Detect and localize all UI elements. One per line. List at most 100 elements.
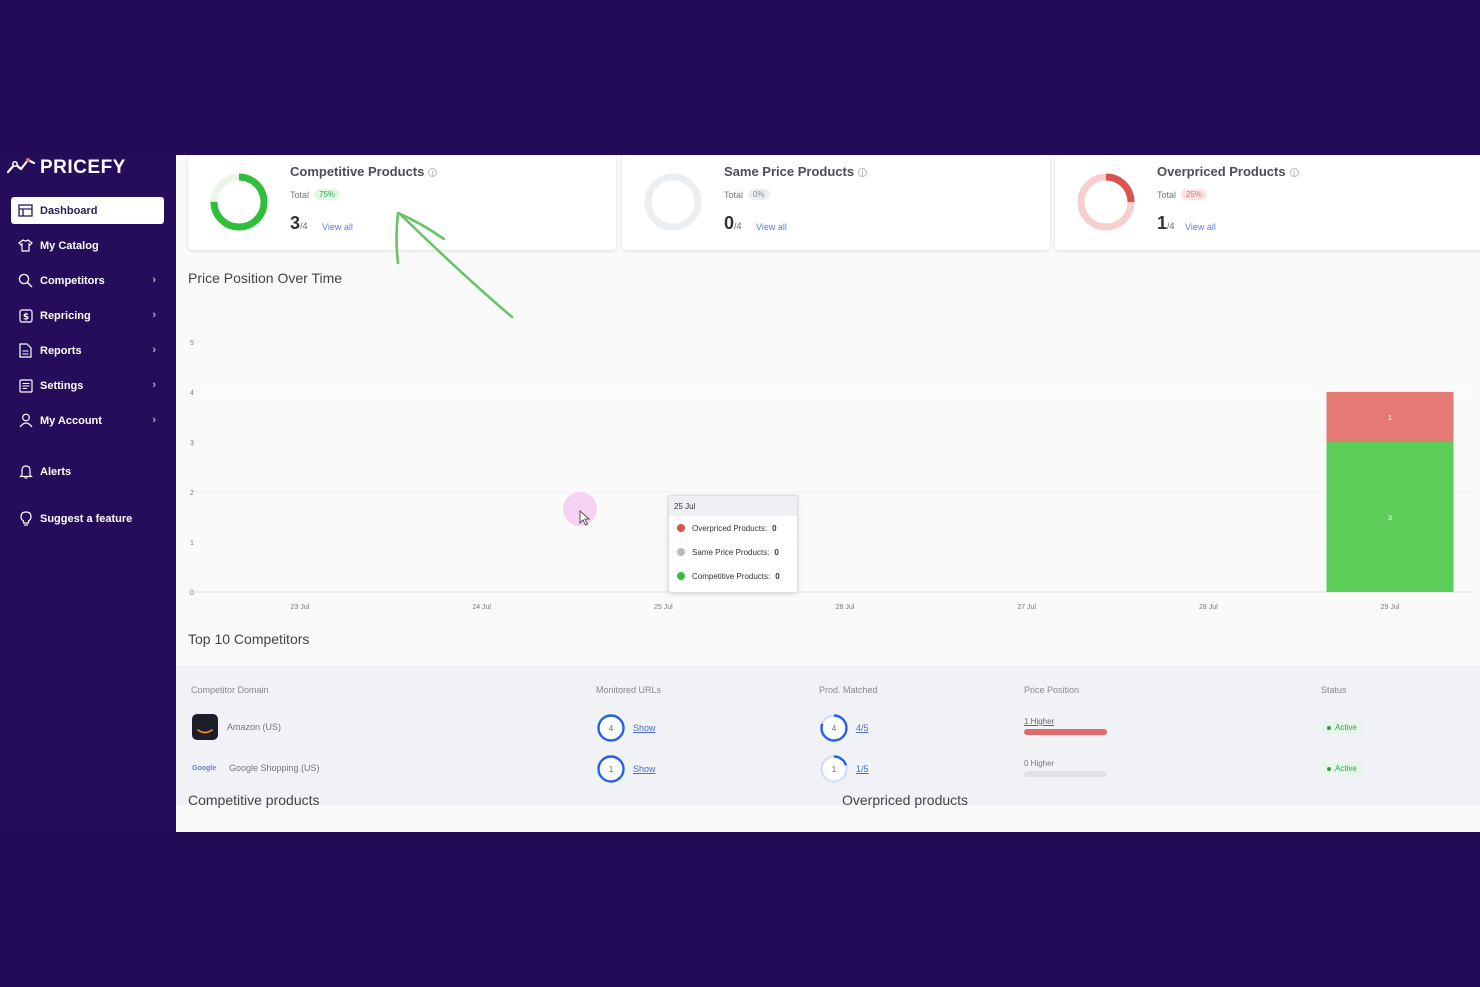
sidebar-item-my-account[interactable]: My Account › bbox=[11, 407, 164, 434]
user-icon bbox=[17, 412, 34, 429]
competitive-donut-icon bbox=[210, 173, 268, 231]
price-position-chart: 0 1 2 3 4 5 3 1 23 Jul 24 Jul 25 Jul 26 Jul 27 Jul… bbox=[190, 340, 1472, 611]
card-count: 3/4 bbox=[290, 213, 308, 233]
card-total: Total 0% bbox=[724, 189, 770, 200]
price-position: 1 Higher bbox=[1024, 717, 1107, 735]
urls-ring-icon: 1 bbox=[597, 755, 625, 783]
tooltip-row: Competitive Products: 0 bbox=[669, 564, 797, 588]
x-tick-label: 27 Jul bbox=[1017, 604, 1036, 611]
sidebar: PRICEFY Dashboard My Catalog Competitors bbox=[0, 155, 176, 832]
bell-icon bbox=[17, 463, 34, 480]
sidebar-item-label: Suggest a feature bbox=[40, 512, 133, 525]
bar-value-label: 1 bbox=[1388, 415, 1392, 422]
column-header: Price Position bbox=[1024, 685, 1080, 695]
sidebar-item-label: Settings bbox=[40, 379, 84, 392]
competitive-products-title: Competitive products bbox=[188, 792, 320, 808]
products-matched: 4 4/5 bbox=[819, 713, 869, 743]
competitor-domain: Amazon (US) bbox=[192, 714, 281, 740]
y-tick-label: 5 bbox=[190, 340, 194, 347]
price-position-bar bbox=[1024, 771, 1107, 777]
matched-ring-icon: 1 bbox=[820, 755, 848, 783]
dashboard-icon bbox=[17, 202, 34, 219]
sidebar-item-competitors[interactable]: Competitors › bbox=[11, 267, 164, 294]
card-title: Overpriced Products i bbox=[1157, 164, 1299, 179]
card-count: 0/4 bbox=[724, 213, 742, 233]
settings-list-icon bbox=[17, 377, 34, 394]
sidebar-item-my-catalog[interactable]: My Catalog bbox=[11, 232, 164, 259]
sidebar-item-label: Dashboard bbox=[40, 204, 98, 217]
chevron-right-icon: › bbox=[152, 309, 156, 321]
bar-value-label: 3 bbox=[1388, 515, 1392, 522]
dollar-icon: $ bbox=[17, 307, 34, 324]
competitor-domain: Google Google Shopping (US) bbox=[192, 763, 320, 773]
column-header: Competitor Domain bbox=[191, 685, 269, 695]
sidebar-item-repricing[interactable]: $ Repricing › bbox=[11, 302, 164, 329]
pricefy-logo-icon bbox=[6, 157, 36, 180]
google-logo-icon: Google bbox=[192, 764, 217, 772]
price-position-bar bbox=[1024, 729, 1107, 735]
price-position-link[interactable]: 1 Higher bbox=[1024, 717, 1054, 726]
info-icon[interactable]: i bbox=[1289, 168, 1299, 178]
card-total: Total 25% bbox=[1157, 189, 1208, 200]
table-row: Google Google Shopping (US) 1 Show 1 1/5… bbox=[176, 749, 1480, 789]
y-tick-label: 1 bbox=[190, 540, 194, 547]
products-matched: 1 1/5 bbox=[819, 754, 869, 784]
amazon-logo-icon bbox=[192, 714, 218, 740]
urls-count: 4 bbox=[609, 724, 614, 733]
svg-text:$: $ bbox=[22, 312, 28, 322]
view-all-link[interactable]: View all bbox=[1185, 222, 1216, 232]
sidebar-item-alerts[interactable]: Alerts bbox=[11, 458, 164, 485]
document-icon bbox=[17, 342, 34, 359]
matched-ring-icon: 4 bbox=[820, 714, 848, 742]
card-count: 1/4 bbox=[1157, 213, 1175, 233]
card-total: Total 75% bbox=[290, 189, 341, 200]
app-window: PRICEFY Dashboard My Catalog Competitors bbox=[0, 155, 1480, 832]
card-title: Competitive Products i bbox=[290, 164, 438, 179]
same-price-products-card: Same Price Products i Total 0% 0/4 View al… bbox=[622, 155, 1050, 250]
sidebar-item-dashboard[interactable]: Dashboard bbox=[11, 197, 164, 224]
sidebar-item-label: Repricing bbox=[40, 309, 91, 322]
shirt-icon bbox=[17, 237, 34, 254]
sidebar-item-settings[interactable]: Settings › bbox=[11, 372, 164, 399]
main-content: Competitive Products i Total 75% 3/4 View … bbox=[176, 155, 1480, 832]
urls-ring-icon: 4 bbox=[597, 714, 625, 742]
status-badge: Active bbox=[1321, 721, 1363, 734]
view-all-link[interactable]: View all bbox=[322, 222, 353, 232]
price-position: 0 Higher bbox=[1024, 759, 1107, 777]
tooltip-row: Overpriced Products: 0 bbox=[669, 516, 797, 540]
chevron-right-icon: › bbox=[152, 379, 156, 391]
show-urls-link[interactable]: Show bbox=[633, 723, 656, 733]
info-icon[interactable]: i bbox=[858, 168, 868, 178]
sidebar-item-label: Alerts bbox=[40, 465, 72, 478]
lightbulb-icon bbox=[17, 510, 34, 527]
brand-logo[interactable]: PRICEFY bbox=[6, 155, 126, 181]
matched-link[interactable]: 4/5 bbox=[856, 723, 869, 733]
sidebar-item-reports[interactable]: Reports › bbox=[11, 337, 164, 364]
info-icon[interactable]: i bbox=[428, 168, 438, 178]
show-urls-link[interactable]: Show bbox=[633, 764, 656, 774]
matched-link[interactable]: 1/5 bbox=[856, 764, 869, 774]
urls-count: 1 bbox=[609, 765, 614, 774]
x-tick-label: 25 Jul bbox=[654, 604, 673, 611]
status-cell: Active bbox=[1321, 762, 1363, 775]
sidebar-item-label: Reports bbox=[40, 344, 82, 357]
column-header: Status bbox=[1321, 685, 1347, 695]
sidebar-nav: Dashboard My Catalog Competitors › $ Rep bbox=[11, 197, 164, 540]
chart-tooltip: 25 Jul Overpriced Products: 0 Same Price … bbox=[668, 495, 798, 593]
same-price-donut-icon bbox=[644, 173, 702, 231]
price-position-text: 0 Higher bbox=[1024, 759, 1055, 768]
monitored-urls: 1 Show bbox=[596, 754, 656, 784]
magnifier-icon bbox=[17, 272, 34, 289]
view-all-link[interactable]: View all bbox=[756, 222, 787, 232]
percent-badge: 25% bbox=[1181, 189, 1208, 200]
overpriced-products-card: Overpriced Products i Total 25% 1/4 View a… bbox=[1055, 155, 1480, 250]
top-competitors-title: Top 10 Competitors bbox=[188, 631, 310, 647]
overpriced-products-title: Overpriced products bbox=[842, 792, 969, 808]
x-tick-label: 24 Jul bbox=[472, 604, 491, 611]
column-header: Monitored URLs bbox=[596, 685, 662, 695]
y-tick-label: 0 bbox=[190, 590, 194, 597]
matched-count: 4 bbox=[832, 724, 837, 733]
sidebar-item-suggest-feature[interactable]: Suggest a feature bbox=[11, 505, 164, 532]
y-tick-label: 2 bbox=[190, 490, 194, 497]
sidebar-item-label: My Account bbox=[40, 414, 102, 427]
